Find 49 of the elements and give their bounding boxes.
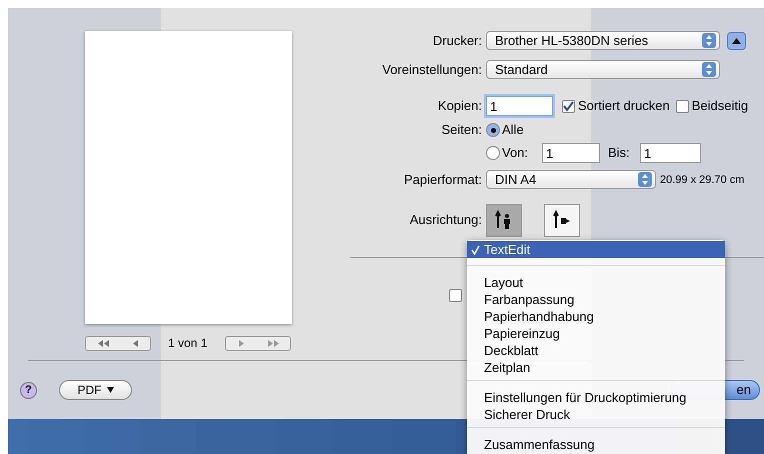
paper-size-popup[interactable]: DIN A4	[486, 170, 656, 190]
field-label: Papierformat:	[402, 171, 482, 189]
stepper-arrows-icon	[638, 172, 652, 188]
pdf-button[interactable]: PDF	[59, 380, 132, 400]
copies-field[interactable]: 1	[486, 96, 553, 116]
to-page-field[interactable]: 1	[640, 143, 701, 163]
checkmark-icon	[471, 244, 480, 254]
menu-item[interactable]: Deckblatt	[467, 342, 725, 359]
menu-item[interactable]: Farbanpassung	[467, 291, 725, 308]
checkbox[interactable]	[449, 288, 462, 302]
from-page-field[interactable]: 1	[542, 143, 600, 163]
field-label: Bis:	[608, 144, 631, 162]
collapse-button[interactable]	[727, 32, 746, 50]
radio-label: Von:	[502, 144, 530, 162]
paper-dimensions: 20.99 x 29.70 cm	[660, 172, 744, 188]
field-label: Voreinstellungen:	[381, 60, 482, 79]
menu-item[interactable]: Sicherer Druck	[467, 406, 725, 423]
triangle-up-icon	[732, 38, 741, 44]
stepper-arrows-icon	[702, 62, 716, 77]
field-label: Drucker:	[432, 32, 482, 50]
checkbox[interactable]	[676, 100, 689, 112]
stepper-arrows-icon	[702, 33, 716, 48]
landscape-orientation-icon	[552, 210, 572, 230]
field-label: Kopien:	[436, 97, 482, 116]
printer-popup[interactable]: Brother HL-5380DN series	[486, 31, 720, 50]
page-counter: 1 von 1	[168, 335, 208, 352]
menu-item[interactable]: Zusammenfassung	[467, 436, 725, 453]
next-page-icon	[238, 340, 244, 346]
checkbox-label: Beidseitig	[692, 97, 748, 116]
help-button[interactable]: ?	[20, 382, 37, 398]
last-page-icon	[266, 340, 278, 346]
field-label: Seiten:	[440, 121, 482, 139]
presets-popup[interactable]: Standard	[486, 60, 720, 79]
checkbox[interactable]	[562, 100, 575, 112]
menu-item[interactable]: TextEdit	[467, 241, 725, 258]
orientation-button[interactable]	[486, 204, 522, 236]
caret-down-icon	[106, 387, 114, 393]
previous-page-icon	[132, 340, 138, 346]
first-page-icon	[98, 340, 110, 346]
first-previous-page-buttons[interactable]	[85, 336, 151, 350]
menu-item[interactable]: Einstellungen für Druckoptimierung	[467, 389, 725, 406]
radio-label: Alle	[502, 121, 525, 140]
menu-item[interactable]: Zeitplan	[467, 359, 725, 376]
menu-item[interactable]: Papiereinzug	[467, 325, 725, 342]
menu-item[interactable]: Papierhandhabung	[467, 308, 725, 325]
menu-item[interactable]: Layout	[467, 274, 725, 291]
field-label: Ausrichtung:	[408, 211, 482, 230]
checkbox-label: Sortiert drucken	[578, 97, 670, 116]
orientation-button[interactable]	[544, 204, 580, 236]
